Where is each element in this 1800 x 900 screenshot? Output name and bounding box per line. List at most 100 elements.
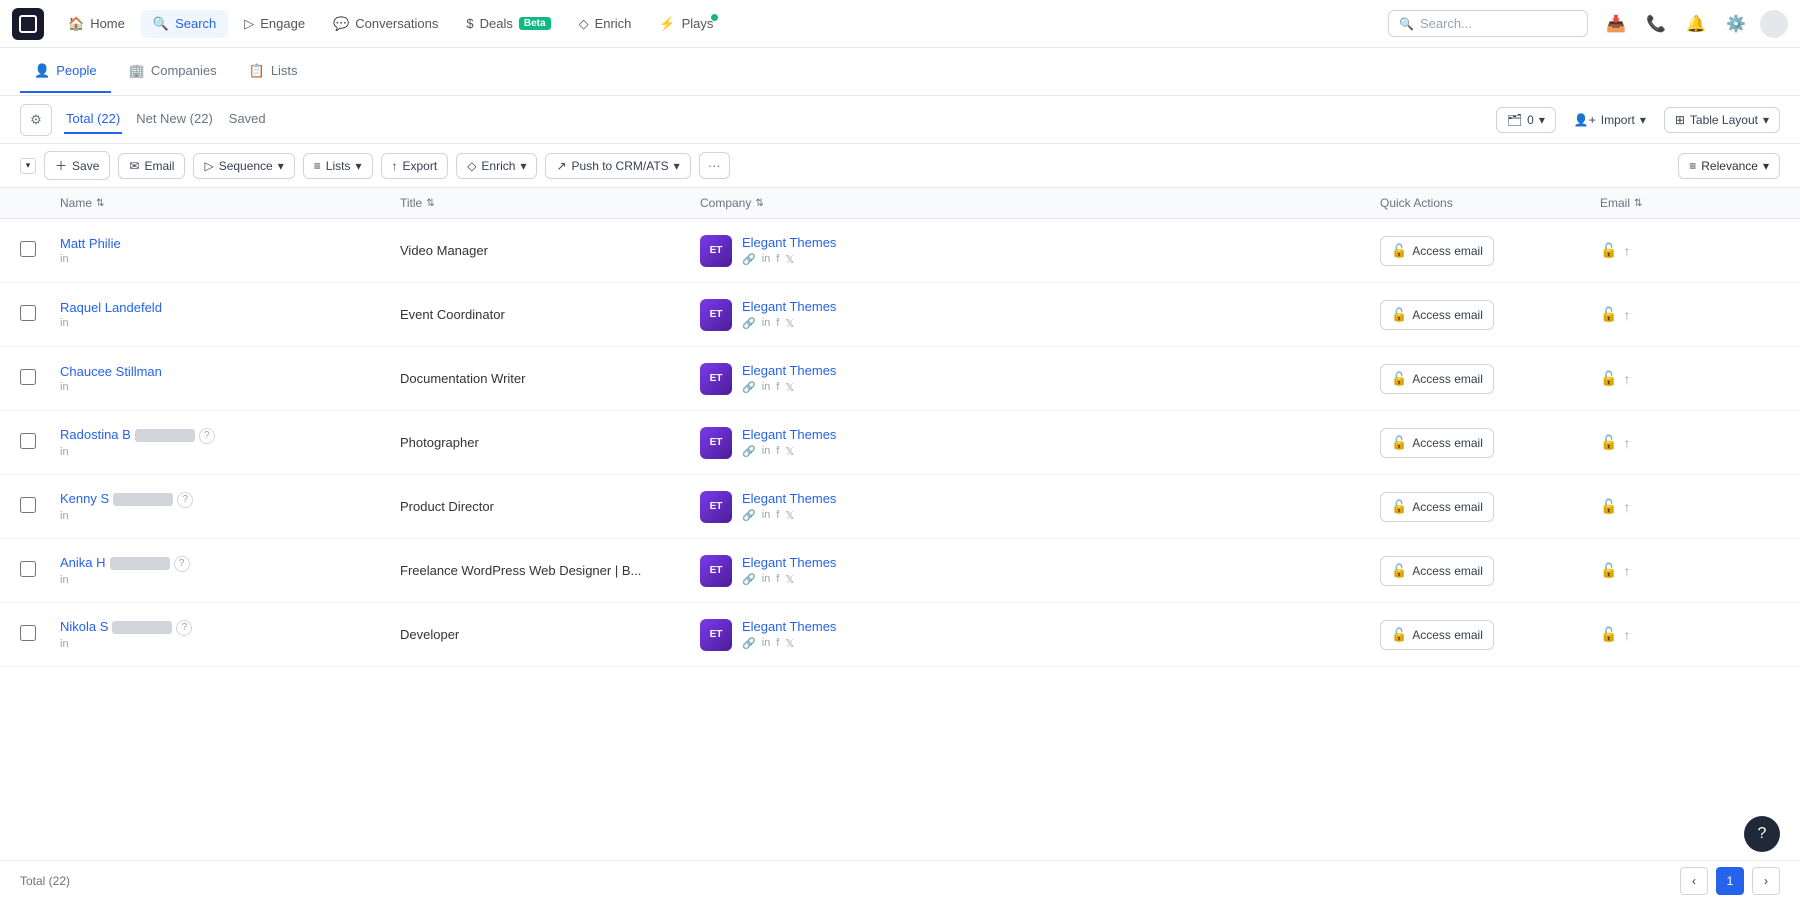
- prev-page-button[interactable]: ‹: [1680, 867, 1708, 895]
- linkedin-icon[interactable]: in: [60, 510, 69, 522]
- company-linkedin-link[interactable]: in: [762, 509, 771, 522]
- upload-email-icon[interactable]: ↑: [1623, 563, 1630, 579]
- person-name-link[interactable]: Kenny S: [60, 491, 109, 506]
- access-email-button[interactable]: 🔓 Access email: [1380, 300, 1494, 330]
- tab-companies[interactable]: 🏢 Companies: [115, 51, 231, 93]
- row-checkbox[interactable]: [20, 241, 36, 257]
- col-header-name[interactable]: Name ⇅: [60, 196, 400, 210]
- row-checkbox[interactable]: [20, 433, 36, 449]
- send-email-icon[interactable]: 🔓: [1600, 434, 1617, 451]
- company-facebook-link[interactable]: f: [776, 637, 779, 650]
- company-linkedin-link[interactable]: in: [762, 317, 771, 330]
- global-search-bar[interactable]: 🔍 Search...: [1388, 10, 1588, 37]
- person-name-link[interactable]: Matt Philie: [60, 236, 121, 251]
- company-website-link[interactable]: 🔗: [742, 317, 756, 330]
- nav-home[interactable]: 🏠 Home: [56, 10, 137, 38]
- company-name-link[interactable]: Elegant Themes: [742, 235, 836, 250]
- filter-tab-saved[interactable]: Saved: [227, 105, 268, 134]
- company-twitter-link[interactable]: 𝕏: [785, 637, 794, 650]
- company-website-link[interactable]: 🔗: [742, 445, 756, 458]
- settings-button[interactable]: ⚙️: [1720, 8, 1752, 40]
- row-checkbox[interactable]: [20, 625, 36, 641]
- nav-search[interactable]: 🔍 Search: [141, 10, 228, 38]
- alerts-button[interactable]: 🔔: [1680, 8, 1712, 40]
- company-website-link[interactable]: 🔗: [742, 573, 756, 586]
- upload-email-icon[interactable]: ↑: [1623, 499, 1630, 515]
- send-email-icon[interactable]: 🔓: [1600, 370, 1617, 387]
- enrich-button[interactable]: ◇ Enrich ▾: [456, 153, 537, 179]
- person-name-link[interactable]: Nikola S: [60, 619, 108, 634]
- row-checkbox[interactable]: [20, 497, 36, 513]
- export-button[interactable]: ↑ Export: [381, 153, 449, 179]
- lists-button[interactable]: ≡ Lists ▾: [303, 153, 373, 179]
- send-email-icon[interactable]: 🔓: [1600, 562, 1617, 579]
- filter-tab-netnew[interactable]: Net New (22): [134, 105, 215, 134]
- nav-plays[interactable]: ⚡ Plays: [647, 10, 738, 38]
- filter-tab-total[interactable]: Total (22): [64, 105, 122, 134]
- privacy-info-button[interactable]: ?: [174, 556, 190, 572]
- privacy-info-button[interactable]: ?: [176, 620, 192, 636]
- email-button[interactable]: ✉ Email: [118, 153, 185, 179]
- linkedin-icon[interactable]: in: [60, 446, 69, 458]
- phone-button[interactable]: 📞: [1640, 8, 1672, 40]
- company-linkedin-link[interactable]: in: [762, 573, 771, 586]
- access-email-button[interactable]: 🔓 Access email: [1380, 492, 1494, 522]
- upload-email-icon[interactable]: ↑: [1623, 243, 1630, 259]
- tab-lists[interactable]: 📋 Lists: [235, 51, 312, 93]
- send-email-icon[interactable]: 🔓: [1600, 626, 1617, 643]
- send-email-icon[interactable]: 🔓: [1600, 498, 1617, 515]
- company-twitter-link[interactable]: 𝕏: [785, 445, 794, 458]
- send-email-icon[interactable]: 🔓: [1600, 242, 1617, 259]
- company-name-link[interactable]: Elegant Themes: [742, 491, 836, 506]
- company-twitter-link[interactable]: 𝕏: [785, 573, 794, 586]
- company-name-link[interactable]: Elegant Themes: [742, 299, 836, 314]
- filter-button[interactable]: ⚙: [20, 104, 52, 136]
- col-header-email[interactable]: Email ⇅: [1600, 196, 1780, 210]
- person-name-link[interactable]: Anika H: [60, 555, 106, 570]
- company-linkedin-link[interactable]: in: [762, 637, 771, 650]
- company-facebook-link[interactable]: f: [776, 509, 779, 522]
- company-facebook-link[interactable]: f: [776, 445, 779, 458]
- nav-deals[interactable]: $ Deals Beta: [454, 10, 562, 37]
- select-all-checkbox[interactable]: ▾: [20, 158, 36, 174]
- notifications-tray-button[interactable]: 📥: [1600, 8, 1632, 40]
- help-button[interactable]: ?: [1744, 816, 1780, 852]
- company-twitter-link[interactable]: 𝕏: [785, 381, 794, 394]
- linkedin-icon[interactable]: in: [60, 253, 69, 265]
- privacy-info-button[interactable]: ?: [199, 428, 215, 444]
- company-facebook-link[interactable]: f: [776, 381, 779, 394]
- person-name-link[interactable]: Raquel Landefeld: [60, 300, 162, 315]
- company-name-link[interactable]: Elegant Themes: [742, 619, 836, 634]
- person-name-link[interactable]: Radostina B: [60, 427, 131, 442]
- company-linkedin-link[interactable]: in: [762, 253, 771, 266]
- user-avatar[interactable]: [1760, 10, 1788, 38]
- upload-email-icon[interactable]: ↑: [1623, 307, 1630, 323]
- relevance-button[interactable]: ≡ Relevance ▾: [1678, 153, 1780, 179]
- col-header-title[interactable]: Title ⇅: [400, 196, 700, 210]
- save-button[interactable]: ＋ Save: [44, 151, 110, 180]
- next-page-button[interactable]: ›: [1752, 867, 1780, 895]
- company-twitter-link[interactable]: 𝕏: [785, 509, 794, 522]
- row-checkbox[interactable]: [20, 305, 36, 321]
- app-logo[interactable]: [12, 8, 44, 40]
- company-linkedin-link[interactable]: in: [762, 445, 771, 458]
- access-email-button[interactable]: 🔓 Access email: [1380, 364, 1494, 394]
- col-header-company[interactable]: Company ⇅: [700, 196, 1380, 210]
- access-email-button[interactable]: 🔓 Access email: [1380, 556, 1494, 586]
- access-email-button[interactable]: 🔓 Access email: [1380, 428, 1494, 458]
- company-website-link[interactable]: 🔗: [742, 253, 756, 266]
- company-twitter-link[interactable]: 𝕏: [785, 253, 794, 266]
- linkedin-icon[interactable]: in: [60, 638, 69, 650]
- company-name-link[interactable]: Elegant Themes: [742, 555, 836, 570]
- row-checkbox[interactable]: [20, 561, 36, 577]
- access-email-button[interactable]: 🔓 Access email: [1380, 236, 1494, 266]
- company-name-link[interactable]: Elegant Themes: [742, 427, 836, 442]
- current-page[interactable]: 1: [1716, 867, 1744, 895]
- upload-email-icon[interactable]: ↑: [1623, 435, 1630, 451]
- more-actions-button[interactable]: ···: [699, 152, 730, 179]
- person-name-link[interactable]: Chaucee Stillman: [60, 364, 162, 379]
- nav-enrich[interactable]: ◇ Enrich: [567, 10, 644, 38]
- company-facebook-link[interactable]: f: [776, 573, 779, 586]
- row-checkbox[interactable]: [20, 369, 36, 385]
- privacy-info-button[interactable]: ?: [177, 492, 193, 508]
